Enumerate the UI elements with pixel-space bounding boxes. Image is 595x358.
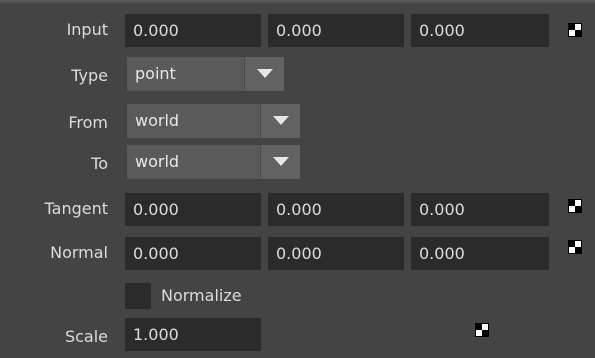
tangent-z-field[interactable]: 0.000: [411, 193, 549, 226]
input-z-field[interactable]: 0.000: [411, 14, 549, 47]
from-dropdown-button[interactable]: [260, 104, 300, 138]
tangent-y-field[interactable]: 0.000: [268, 193, 404, 226]
tangent-label: Tangent: [44, 199, 108, 218]
chevron-down-icon: [273, 157, 289, 166]
from-dropdown-value: world: [135, 111, 180, 130]
normal-x-field[interactable]: 0.000: [125, 237, 261, 270]
normalize-checkbox[interactable]: [125, 283, 151, 309]
type-dropdown-button[interactable]: [244, 57, 284, 91]
transform-attribute-panel: Input 0.000 0.000 0.000 Type point From …: [0, 0, 595, 358]
keyframe-icon[interactable]: [568, 23, 582, 37]
keyframe-icon[interactable]: [568, 240, 582, 254]
chevron-down-icon: [257, 69, 273, 78]
normal-z-field[interactable]: 0.000: [411, 237, 549, 270]
keyframe-icon[interactable]: [568, 199, 582, 213]
input-label: Input: [66, 20, 108, 39]
input-y-field[interactable]: 0.000: [268, 14, 404, 47]
to-dropdown[interactable]: world: [127, 145, 300, 179]
normalize-label: Normalize: [161, 286, 242, 305]
from-label: From: [68, 113, 108, 132]
to-dropdown-button[interactable]: [260, 145, 300, 179]
input-x-field[interactable]: 0.000: [125, 14, 261, 47]
from-dropdown[interactable]: world: [127, 104, 300, 138]
normal-y-field[interactable]: 0.000: [268, 237, 404, 270]
type-label: Type: [71, 66, 108, 85]
scale-label: Scale: [64, 327, 108, 346]
chevron-down-icon: [273, 116, 289, 125]
panel-top-border: [0, 0, 595, 4]
to-label: To: [91, 154, 108, 173]
normal-label: Normal: [50, 243, 108, 262]
to-dropdown-value: world: [135, 152, 180, 171]
keyframe-icon[interactable]: [475, 323, 489, 337]
type-dropdown[interactable]: point: [127, 57, 284, 91]
tangent-x-field[interactable]: 0.000: [125, 193, 261, 226]
scale-field[interactable]: 1.000: [125, 318, 261, 351]
type-dropdown-value: point: [135, 64, 176, 83]
